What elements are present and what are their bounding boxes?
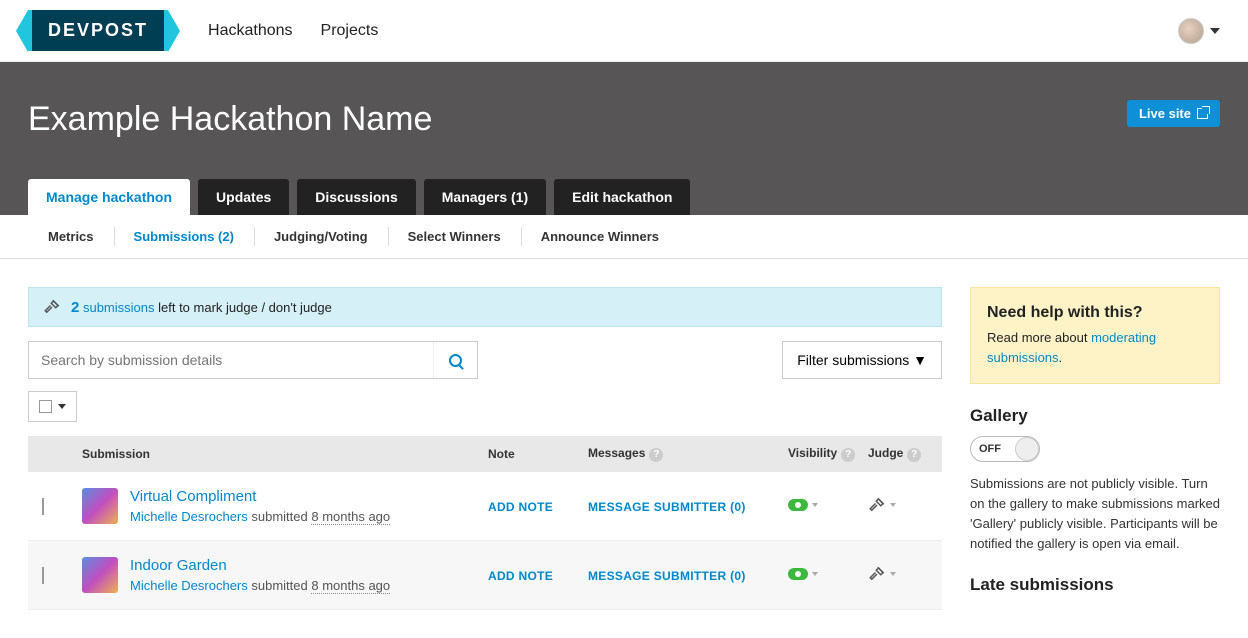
- chevron-down-icon: [812, 503, 818, 507]
- gallery-heading: Gallery: [970, 406, 1220, 426]
- table-row: Indoor Garden Michelle Desrochers submit…: [28, 541, 942, 610]
- search-button[interactable]: [433, 342, 477, 378]
- help-icon[interactable]: ?: [841, 448, 855, 462]
- chevron-down-icon: [812, 572, 818, 576]
- submission-title-link[interactable]: Virtual Compliment: [130, 488, 390, 505]
- header-messages: Messages: [588, 446, 645, 460]
- help-title: Need help with this?: [987, 304, 1203, 322]
- alert-text: left to mark judge / don't judge: [155, 300, 332, 315]
- eye-icon: [788, 568, 808, 580]
- filter-submissions-button[interactable]: Filter submissions ▼: [782, 341, 942, 379]
- nav-projects[interactable]: Projects: [321, 22, 379, 40]
- alert-submissions-link[interactable]: submissions: [83, 300, 155, 315]
- header-visibility: Visibility: [788, 446, 837, 460]
- submission-thumbnail[interactable]: [82, 557, 118, 593]
- subtab-announce-winners[interactable]: Announce Winners: [521, 215, 679, 258]
- visibility-toggle[interactable]: [788, 499, 818, 511]
- submission-time: 8 months ago: [311, 509, 390, 525]
- search-input[interactable]: [29, 342, 433, 378]
- brand-logo[interactable]: DEVPOST: [28, 10, 168, 51]
- add-note-button[interactable]: ADD NOTE: [488, 500, 553, 514]
- bulk-checkbox[interactable]: [39, 400, 52, 413]
- table-row: Virtual Compliment Michelle Desrochers s…: [28, 472, 942, 541]
- submission-time: 8 months ago: [311, 578, 390, 594]
- submission-author-link[interactable]: Michelle Desrochers: [130, 509, 248, 524]
- tab-manage-hackathon[interactable]: Manage hackathon: [28, 179, 190, 215]
- gavel-icon: [868, 496, 886, 514]
- chevron-down-icon: [890, 572, 896, 576]
- subtab-submissions[interactable]: Submissions (2): [114, 215, 254, 258]
- header-note: Note: [488, 447, 588, 461]
- judge-toggle[interactable]: [868, 496, 896, 514]
- subtab-select-winners[interactable]: Select Winners: [388, 215, 521, 258]
- hackathon-title: Example Hackathon Name: [28, 100, 1127, 139]
- bulk-select-dropdown[interactable]: [28, 391, 77, 422]
- row-checkbox[interactable]: [42, 498, 44, 515]
- header-judge: Judge: [868, 446, 903, 460]
- gavel-icon: [868, 565, 886, 583]
- header-submission: Submission: [82, 447, 488, 461]
- submission-title-link[interactable]: Indoor Garden: [130, 557, 390, 574]
- gallery-toggle[interactable]: OFF: [970, 436, 1040, 462]
- judge-alert: 2 submissions left to mark judge / don't…: [28, 287, 942, 327]
- message-submitter-button[interactable]: MESSAGE SUBMITTER (0): [588, 500, 746, 514]
- toggle-knob: [1015, 437, 1039, 461]
- help-box: Need help with this? Read more about mod…: [970, 287, 1220, 384]
- add-note-button[interactable]: ADD NOTE: [488, 569, 553, 583]
- gavel-icon: [43, 298, 61, 316]
- user-menu-caret-icon[interactable]: [1210, 28, 1220, 34]
- chevron-down-icon: [890, 503, 896, 507]
- alert-count: 2: [71, 299, 79, 316]
- chevron-down-icon: [58, 404, 66, 409]
- help-icon[interactable]: ?: [907, 448, 921, 462]
- tab-discussions[interactable]: Discussions: [297, 179, 415, 215]
- row-checkbox[interactable]: [42, 567, 44, 584]
- tab-managers[interactable]: Managers (1): [424, 179, 546, 215]
- table-header: Submission Note Messages? Visibility? Ju…: [28, 436, 942, 472]
- judge-toggle[interactable]: [868, 565, 896, 583]
- help-icon[interactable]: ?: [649, 448, 663, 462]
- nav-hackathons[interactable]: Hackathons: [208, 22, 293, 40]
- visibility-toggle[interactable]: [788, 568, 818, 580]
- eye-icon: [788, 499, 808, 511]
- gallery-description: Submissions are not publicly visible. Tu…: [970, 474, 1220, 555]
- search-icon: [449, 354, 462, 367]
- subtab-metrics[interactable]: Metrics: [28, 215, 114, 258]
- tab-edit-hackathon[interactable]: Edit hackathon: [554, 179, 690, 215]
- submission-thumbnail[interactable]: [82, 488, 118, 524]
- user-avatar[interactable]: [1178, 18, 1204, 44]
- external-link-icon: [1197, 108, 1208, 119]
- toggle-label: OFF: [979, 443, 1001, 455]
- subtab-judging[interactable]: Judging/Voting: [254, 215, 388, 258]
- live-site-button[interactable]: Live site: [1127, 100, 1220, 127]
- message-submitter-button[interactable]: MESSAGE SUBMITTER (0): [588, 569, 746, 583]
- late-submissions-heading: Late submissions: [970, 575, 1220, 595]
- tab-updates[interactable]: Updates: [198, 179, 289, 215]
